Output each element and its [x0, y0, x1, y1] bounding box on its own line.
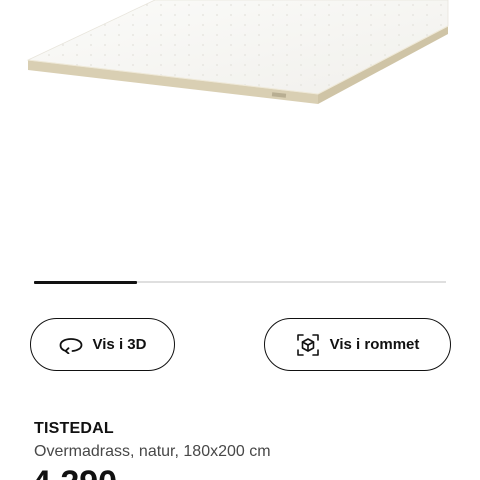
- product-description: Overmadrass, natur, 180x200 cm: [34, 443, 271, 460]
- view-in-room-label: Vis i rommet: [329, 336, 420, 353]
- image-carousel-indicator[interactable]: [34, 280, 446, 284]
- carousel-indicator-active: [34, 280, 137, 284]
- view-in-room-button[interactable]: Vis i rommet: [264, 318, 451, 371]
- rotate-3d-icon: [59, 336, 83, 354]
- view-3d-label: Vis i 3D: [92, 336, 147, 353]
- product-price: 4 290: [32, 466, 117, 480]
- product-page: Vis i 3D Vis i rommet TISTEDAL Overmadra…: [0, 0, 480, 480]
- product-name: TISTEDAL: [34, 420, 114, 437]
- ar-cube-icon: [296, 333, 320, 357]
- view-3d-button[interactable]: Vis i 3D: [30, 318, 175, 371]
- product-image[interactable]: [0, 0, 480, 260]
